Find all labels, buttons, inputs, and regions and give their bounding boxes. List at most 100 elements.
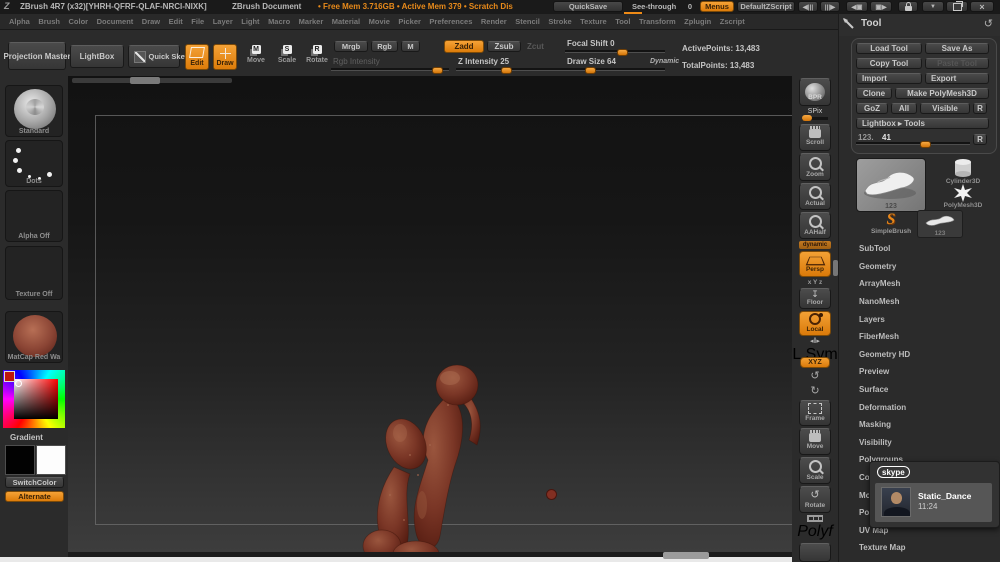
goz-button[interactable]: GoZ [856, 103, 888, 114]
subpalette-header[interactable]: ArrayMesh [839, 275, 1000, 293]
subpalette-header[interactable]: Texture Map [839, 539, 1000, 557]
menu-item[interactable]: Edit [169, 17, 183, 26]
secondary-color-swatch[interactable] [36, 445, 66, 475]
main-color-swatch[interactable] [5, 445, 35, 475]
menu-item[interactable]: Color [69, 17, 89, 26]
menu-item[interactable]: Movie [369, 17, 390, 26]
alternate-button[interactable]: Alternate [5, 491, 64, 502]
load-tool-button[interactable]: Load Tool [856, 43, 922, 54]
close-button[interactable]: × [970, 1, 994, 12]
menu-item[interactable]: File [191, 17, 204, 26]
persp-button[interactable]: Persp [799, 251, 831, 277]
dynamic-toggle[interactable]: Dynamic [650, 58, 679, 65]
minimize-button[interactable]: ▼ [922, 1, 944, 12]
texture-thumbnail[interactable]: Texture Off [5, 246, 63, 300]
menu-item[interactable]: Layer [213, 17, 233, 26]
menu-item[interactable]: Light [241, 17, 259, 26]
rotate-button[interactable]: R Rotate [304, 45, 330, 71]
subpalette-header[interactable]: Deformation [839, 398, 1000, 416]
move-button[interactable]: M Move [244, 45, 268, 71]
menu-item[interactable]: Tool [615, 17, 630, 26]
quicksave-button[interactable]: QuickSave [553, 1, 623, 12]
rgb-button[interactable]: Rgb [371, 41, 398, 52]
menu-item[interactable]: Material [332, 17, 360, 26]
material-thumbnail[interactable]: MatCap Red Wa [5, 311, 63, 363]
menu-item[interactable]: Document [97, 17, 134, 26]
default-zscript-button[interactable]: DefaultZScript [737, 1, 795, 12]
menu-item[interactable]: Stencil [515, 17, 540, 26]
tool-name-slider-knob[interactable] [919, 141, 931, 148]
zsub-button[interactable]: Zsub [487, 41, 521, 52]
bottom-divider-handle[interactable] [663, 552, 709, 559]
restore-button[interactable] [946, 0, 968, 12]
document-canvas[interactable] [68, 76, 792, 552]
recent-tool-thumbnail[interactable]: 123 [917, 210, 963, 238]
frame-button[interactable]: Frame [799, 400, 831, 426]
focal-shift-slider[interactable]: Focal Shift 0 [565, 39, 665, 56]
visible-button[interactable]: Visible [920, 103, 970, 114]
panel-reset-icon[interactable]: ↺ [984, 17, 993, 30]
quick-sketch-button[interactable]: Quick Sketch [128, 45, 196, 68]
current-color-chip[interactable] [4, 371, 15, 382]
spix-knob[interactable] [802, 115, 812, 122]
tool-panel-header[interactable]: Tool ↺ [839, 14, 1000, 36]
floor-axis-toggles[interactable]: x Y z [808, 279, 823, 286]
move-3d-button[interactable]: Move [799, 427, 831, 455]
lsym-button[interactable]: ◂‖▸ L.Sym [792, 338, 837, 363]
goz-r-button[interactable]: R [973, 103, 987, 114]
menu-item[interactable]: Render [481, 17, 507, 26]
tool-name-slider[interactable]: 123. 41 [856, 133, 970, 148]
z-intensity-knob[interactable] [501, 67, 512, 74]
switch-color-button[interactable]: SwitchColor [5, 477, 64, 488]
rgb-intensity-slider[interactable]: Rgb Intensity [331, 57, 449, 74]
menu-item[interactable]: Zscript [720, 17, 745, 26]
mrgb-button[interactable]: Mrgb [334, 41, 368, 52]
polyf-button[interactable]: Polyf [797, 515, 833, 541]
menu-item[interactable]: Preferences [429, 17, 472, 26]
transp-button-partial[interactable] [799, 543, 831, 562]
zadd-button[interactable]: Zadd [444, 40, 484, 53]
subpalette-header[interactable]: SubTool [839, 240, 1000, 258]
edit-button[interactable]: Edit [185, 44, 209, 70]
subpalette-header[interactable]: FiberMesh [839, 328, 1000, 346]
menu-item[interactable]: Picker [398, 17, 421, 26]
subpalette-header[interactable]: NanoMesh [839, 293, 1000, 311]
menu-item[interactable]: Marker [299, 17, 324, 26]
menu-item[interactable]: Macro [268, 17, 290, 26]
current-brush-thumbnail[interactable]: Standard [5, 85, 63, 137]
floor-button[interactable]: ↧ Floor [799, 287, 831, 309]
skype-notification[interactable]: skype Static_Dance 11:24 [869, 461, 1000, 528]
lightbox-button[interactable]: LightBox [70, 45, 124, 68]
menu-item[interactable]: Texture [580, 17, 607, 26]
subpalette-header[interactable]: Geometry HD [839, 346, 1000, 364]
menu-item[interactable]: Draw [142, 17, 160, 26]
dock-right-button[interactable]: ▣▶ [870, 1, 892, 12]
draw-size-slider[interactable]: Draw Size 64 [565, 57, 665, 74]
menu-item[interactable]: Zplugin [684, 17, 711, 26]
actual-button[interactable]: Actual [799, 182, 831, 210]
menus-button[interactable]: Menus [700, 1, 734, 12]
dock-left-button[interactable]: ◀▣ [846, 1, 868, 12]
copy-tool-button[interactable]: Copy Tool [856, 58, 922, 69]
menu-item[interactable]: Transform [639, 17, 676, 26]
scroll-button[interactable]: Scroll [799, 124, 831, 152]
paste-tool-button[interactable]: Paste Tool [925, 58, 989, 69]
stroke-thumbnail[interactable]: Dots [5, 140, 63, 187]
see-through-button[interactable]: See-through 0 [628, 1, 696, 12]
subpalette-header[interactable]: Layers [839, 310, 1000, 328]
export-button[interactable]: Export [925, 73, 989, 84]
spin-y-icon[interactable]: ↺ [810, 370, 819, 383]
clone-button[interactable]: Clone [856, 88, 892, 99]
dynamic-persp-toggle[interactable]: dynamic [799, 241, 831, 250]
gradient-label[interactable]: Gradient [10, 433, 43, 442]
zcut-button[interactable]: Zcut [527, 42, 544, 51]
color-picker[interactable] [3, 370, 65, 428]
subpalette-header[interactable]: Preview [839, 363, 1000, 381]
all-button[interactable]: All [891, 103, 917, 114]
active-tool-thumbnail[interactable]: 123 [856, 158, 926, 212]
subpalette-header[interactable]: Surface [839, 381, 1000, 399]
draw-button[interactable]: Draw [213, 44, 237, 70]
subpalette-header[interactable]: Visibility [839, 434, 1000, 452]
rotate-3d-button[interactable]: ↺ Rotate [799, 486, 831, 514]
save-as-button[interactable]: Save As [925, 43, 989, 54]
